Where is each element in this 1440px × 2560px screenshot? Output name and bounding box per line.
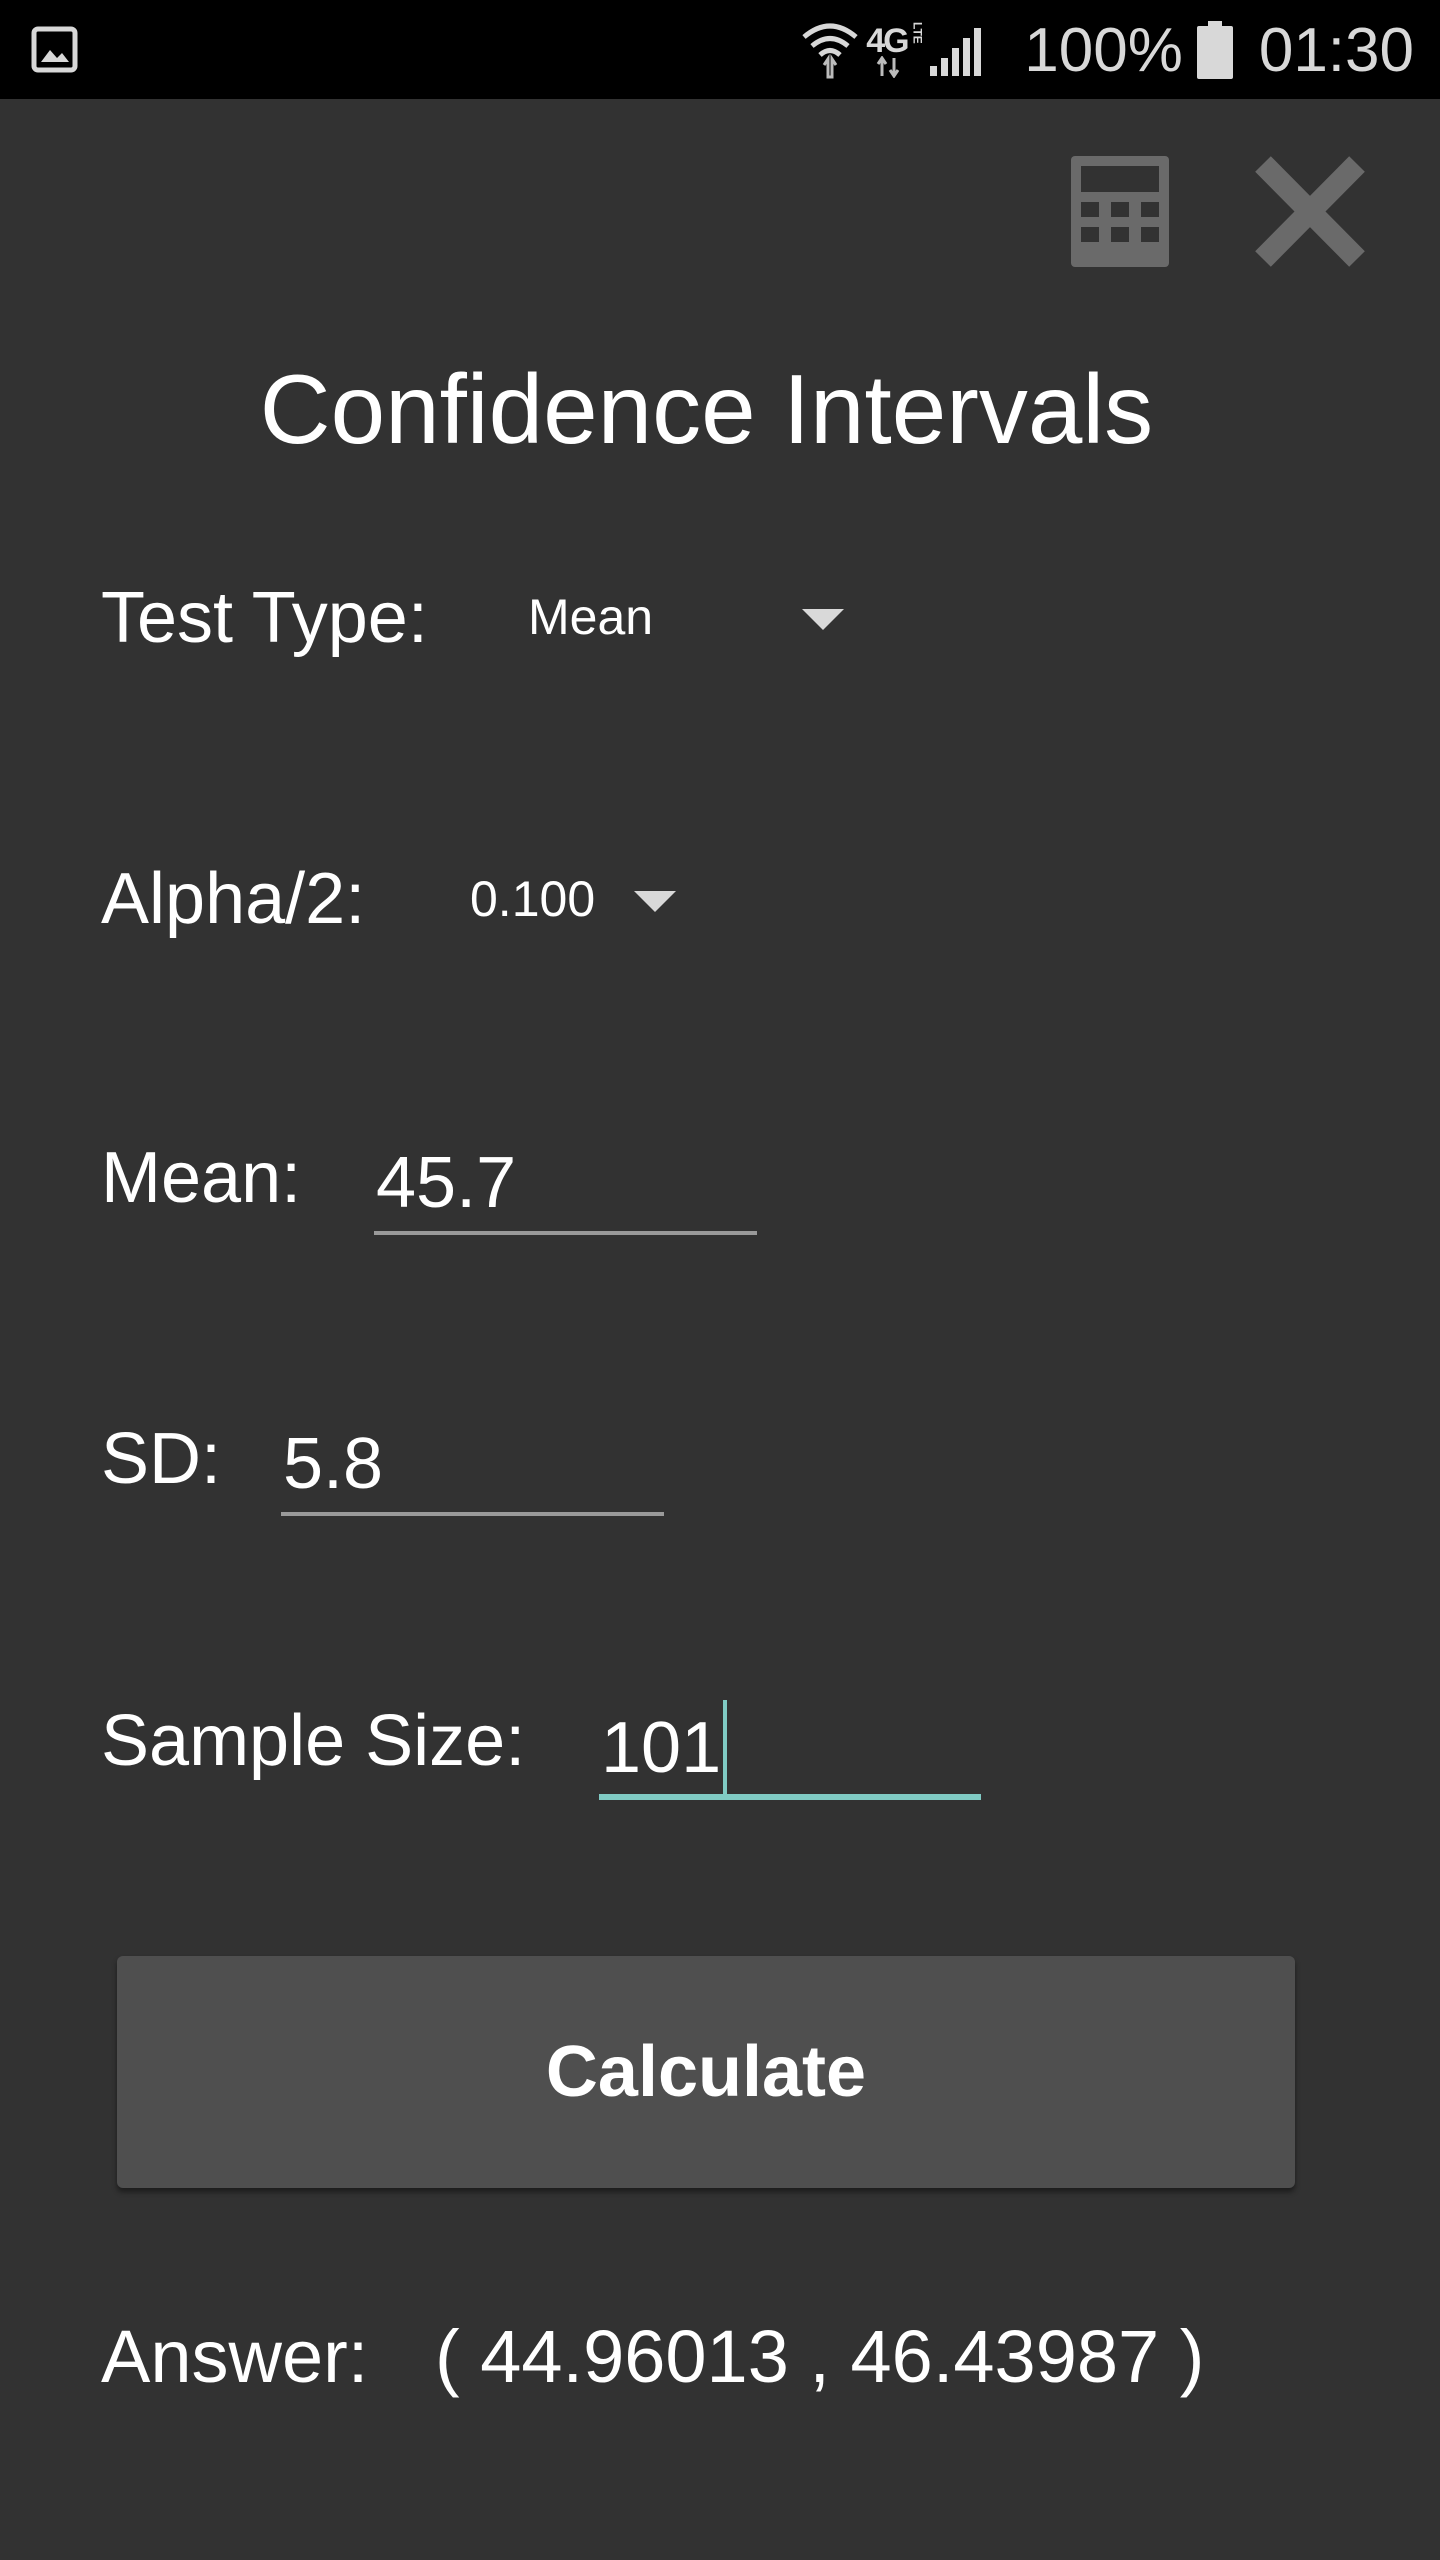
answer-label: Answer: (101, 2315, 369, 2398)
app-content: Confidence Intervals Test Type: Mean Alp… (0, 99, 1440, 2560)
battery-icon (1196, 21, 1233, 79)
alpha-label: Alpha/2: (101, 859, 366, 939)
status-indicators: 4G LTE 100% 01:30 (802, 12, 1414, 88)
mean-input[interactable]: 45.7 (374, 1135, 757, 1235)
sample-size-value: 101 (601, 1708, 722, 1788)
calculate-button[interactable]: Calculate (117, 1956, 1295, 2188)
image-icon (31, 26, 78, 73)
text-cursor (723, 1700, 728, 1796)
battery-percent: 100% (1024, 15, 1183, 85)
network-sub-label: LTE (910, 22, 925, 44)
alpha-value: 0.100 (470, 871, 596, 927)
chevron-down-icon (634, 891, 676, 912)
alpha-dropdown[interactable]: 0.100 (462, 839, 682, 949)
mean-value: 45.7 (376, 1143, 517, 1223)
network-type: 4G LTE (866, 20, 928, 80)
calculator-icon[interactable] (1071, 156, 1169, 267)
sd-value: 5.8 (283, 1424, 384, 1504)
status-bar: 4G LTE 100% 01:30 (0, 0, 1440, 99)
sample-size-value-wrap: 101 (601, 1700, 728, 1796)
close-icon[interactable] (1253, 156, 1367, 267)
sample-size-label: Sample Size: (101, 1701, 526, 1781)
mean-input-underline (374, 1231, 757, 1235)
sd-input-underline (281, 1512, 664, 1516)
signal-icon (930, 28, 982, 76)
page-title: Confidence Intervals (259, 354, 1154, 464)
sd-label: SD: (101, 1419, 222, 1499)
sd-input[interactable]: 5.8 (281, 1416, 664, 1516)
data-arrows-icon (877, 56, 900, 78)
wifi-icon (802, 23, 858, 79)
test-type-dropdown[interactable]: Mean (520, 559, 860, 669)
chevron-down-icon (802, 609, 844, 630)
mean-label: Mean: (101, 1138, 302, 1218)
answer-value: ( 44.96013 , 46.43987 ) (435, 2315, 1205, 2398)
sample-size-input[interactable]: 101 (599, 1700, 981, 1800)
clock: 01:30 (1258, 15, 1414, 85)
sample-size-input-underline (599, 1794, 981, 1800)
test-type-label: Test Type: (101, 578, 428, 658)
test-type-value: Mean (528, 589, 654, 645)
